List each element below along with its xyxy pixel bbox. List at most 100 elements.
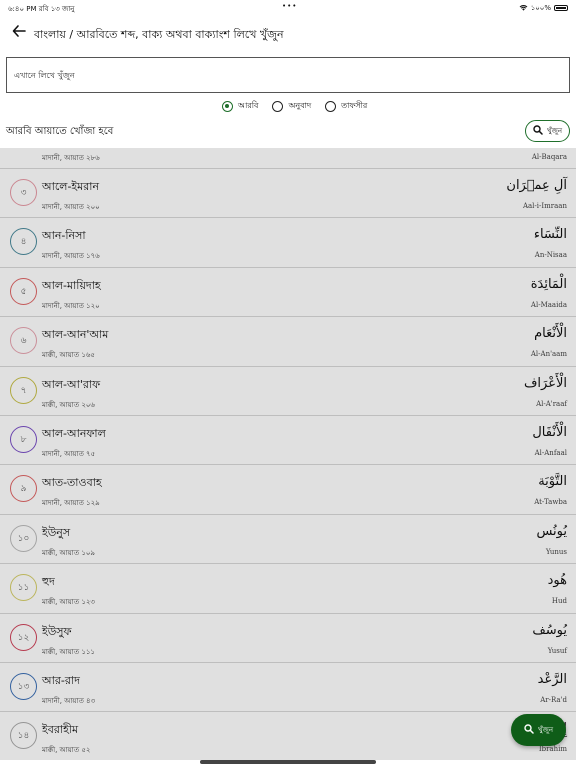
surah-number-badge: ৪ — [10, 228, 37, 256]
list-item[interactable]: ১০ ইউনুস মাক্কী, আয়াত ১০৯ يُونُس Yunus — [0, 515, 576, 565]
status-right: ১০০% — [519, 2, 568, 14]
surah-meta: মাক্কী, আয়াত ১২৩ — [42, 598, 95, 607]
surah-number-badge: ১৩ — [10, 672, 37, 700]
search-input[interactable] — [7, 58, 569, 92]
option-tafsir-label: তাফসীর — [341, 101, 368, 110]
search-button[interactable]: খুঁজুন — [525, 120, 570, 142]
back-arrow-icon[interactable] — [10, 24, 28, 42]
surah-arabic-name: الْأَعْرَاف — [523, 375, 567, 391]
surah-meta: মাক্কী, আয়াত ১০৯ — [42, 548, 95, 557]
surah-transliteration: Ibrahim — [538, 745, 567, 754]
option-translation-label: অনুবাদ — [288, 101, 312, 110]
list-item[interactable]: ৬ আল-আন'আম মাক্কী, আয়াত ১৬৫ الْأَنْعَام Al-… — [0, 317, 576, 367]
list-item[interactable]: ৩ আলে-ইমরান মাদানী, আয়াত ২০০ آلِ عِمۡرَان A… — [0, 169, 576, 219]
list-item[interactable]: ৫ আল-মায়িদাহ মাদানী, আয়াত ১২০ الْمَائِدَة… — [0, 268, 576, 318]
surah-meta: মাদানী, আয়াত ১২০ — [42, 301, 100, 310]
radio-selected-icon — [222, 101, 233, 112]
option-arabic[interactable]: আরবি — [222, 100, 258, 113]
surah-number-badge: ৭ — [10, 376, 37, 404]
surah-arabic-name: آلِ عِمۡرَان — [506, 178, 567, 193]
surah-transliteration: Al-A'raaf — [536, 399, 567, 408]
search-field[interactable] — [6, 57, 570, 93]
list-item[interactable]: ৮ আল-আনফাল মাদানী, আয়াত ৭৫ الْأَنْفَال Al-A… — [0, 416, 576, 466]
surah-transliteration: Hud — [551, 597, 567, 606]
surah-arabic-name: الْأَنْفَال — [532, 424, 567, 440]
surah-transliteration: An-Nisaa — [534, 251, 567, 260]
surah-name: আন-নিসা — [42, 229, 86, 243]
status-bar: ৬:৪০ PM রবি ১৩ জানু ••• ১০০% — [0, 0, 576, 14]
surah-transliteration: Al-Maaida — [530, 300, 567, 309]
wifi-icon — [519, 4, 528, 13]
surah-name: আল-মায়িদাহ — [42, 278, 101, 292]
battery-icon — [554, 5, 568, 11]
surah-transliteration: Al-An'aam — [530, 350, 567, 359]
surah-arabic-name: الْأَنْعَام — [534, 326, 567, 342]
surah-name: ইউসুফ — [42, 624, 72, 638]
surah-arabic-name: يُوسُف — [532, 622, 567, 638]
floating-search-button[interactable]: খুঁজুন — [511, 714, 566, 746]
surah-name: আলে-ইমরান — [42, 180, 100, 193]
option-tafsir[interactable]: তাফসীর — [325, 100, 367, 113]
surah-arabic-name: الْمَائِدَة — [530, 276, 567, 292]
surah-number-badge: ৩ — [10, 179, 37, 206]
surah-meta: মাক্কী, আয়াত ১৬৫ — [42, 351, 95, 360]
surah-arabic-name: التَّوْبَة — [538, 474, 567, 490]
surah-meta: মাক্কী, আয়াত ২০৬ — [42, 400, 95, 409]
surah-name: আর-রাদ — [42, 673, 80, 687]
surah-arabic-name: هُود — [547, 573, 567, 589]
list-item[interactable]: ১৪ইবরাহীমমাক্কী, আয়াত ৫২إِبْرَاهِيمIbra… — [0, 712, 576, 760]
surah-number-badge: ১১ — [10, 574, 37, 602]
surah-arabic-name: الرَّعْد — [537, 671, 567, 687]
surah-transliteration: Al-Baqara — [531, 153, 567, 161]
surah-meta: মাক্কী, আয়াত ১১১ — [42, 647, 95, 656]
surah-name: আল-আ'রাফ — [42, 377, 101, 391]
list-item[interactable]: ১২ ইউসুফ মাক্কী, আয়াত ১১১ يُوسُف Yusuf — [0, 614, 576, 663]
surah-name: আত-তাওবাহ — [42, 476, 102, 490]
list-item[interactable]: ১৩ আর-রাদ মাদানী, আয়াত ৪৩ الرَّعْد Ar-Ra'd — [0, 663, 576, 713]
surah-transliteration: Ar-Ra'd — [540, 695, 567, 704]
search-scope-hint: আরবি আয়াতে খোঁজা হবে — [6, 126, 114, 137]
surah-meta: মাদানী, আয়াত ২০০ — [42, 203, 100, 211]
surah-meta: মাদানী, আয়াত ৭৫ — [42, 449, 96, 458]
surah-list[interactable]: মাদানী, আয়াত ২৮৬ Al-Baqara ৩ আলে-ইমরান মা… — [0, 148, 576, 760]
search-scope-options: আরবি অনুবাদ তাফসীর — [222, 100, 367, 113]
multitask-dots[interactable]: ••• — [282, 2, 297, 10]
surah-name: হুদ — [42, 575, 55, 589]
list-item[interactable]: ৪ আন-নিসা মাদানী, আয়াত ১৭৬ النِّسَاء An-Nis… — [0, 218, 576, 268]
status-time: ৬:৪০ PM রবি ১৩ জানু — [8, 5, 75, 13]
surah-arabic-name: النِّسَاء — [533, 227, 567, 243]
home-indicator[interactable] — [200, 760, 376, 764]
page-title: বাংলায় / আরবিতে শব্দ, বাক্য অথবা বাক্যা… — [34, 28, 284, 41]
surah-name: আল-আনফাল — [42, 426, 106, 440]
surah-name: আল-আন'আম — [42, 328, 109, 342]
radio-icon — [325, 101, 337, 112]
surah-transliteration: Yunus — [545, 547, 567, 556]
search-button-label: খুঁজুন — [546, 127, 563, 135]
fab-label: খুঁজুন — [537, 726, 554, 734]
surah-number-badge: ১০ — [10, 524, 37, 552]
header: বাংলায় / আরবিতে শব্দ, বাক্য অথবা বাক্যা… — [0, 18, 576, 48]
option-translation[interactable]: অনুবাদ — [272, 100, 311, 113]
option-arabic-label: আরবি — [238, 101, 259, 110]
surah-transliteration: Aal-i-Imraan — [522, 202, 567, 210]
radio-icon — [272, 101, 284, 112]
search-icon — [524, 724, 534, 736]
surah-name: ইউনুস — [42, 525, 71, 539]
list-item[interactable]: ১১ হুদ মাক্কী, আয়াত ১২৩ هُود Hud — [0, 564, 576, 614]
surah-name: ইবরাহীম — [42, 723, 79, 737]
list-item[interactable]: ৯ আত-তাওবাহ মাদানী, আয়াত ১২৯ التَّوْبَة At-… — [0, 465, 576, 515]
surah-arabic-name: يُونُس — [536, 523, 567, 539]
list-item[interactable]: মাদানী, আয়াত ২৮৬ Al-Baqara — [0, 148, 576, 169]
surah-meta: মাদানী, আয়াত ৪৩ — [42, 696, 96, 705]
surah-meta: মাদানী, আয়াত ১৭৬ — [42, 252, 100, 261]
surah-transliteration: At-Tawba — [534, 498, 567, 507]
surah-meta: মাদানী, আয়াত ২৮৬ — [42, 154, 100, 162]
surah-number-badge: ১৪ — [10, 722, 37, 750]
list-item[interactable]: ৭ আল-আ'রাফ মাক্কী, আয়াত ২০৬ الْأَعْرَاف Al-… — [0, 367, 576, 416]
surah-number-badge: ১২ — [10, 623, 37, 651]
search-icon — [533, 125, 543, 137]
surah-transliteration: Yusuf — [547, 646, 567, 655]
surah-meta: মাক্কী, আয়াত ৫২ — [42, 746, 91, 755]
surah-number-badge: ৫ — [10, 277, 37, 305]
surah-number-badge: ৬ — [10, 327, 37, 355]
